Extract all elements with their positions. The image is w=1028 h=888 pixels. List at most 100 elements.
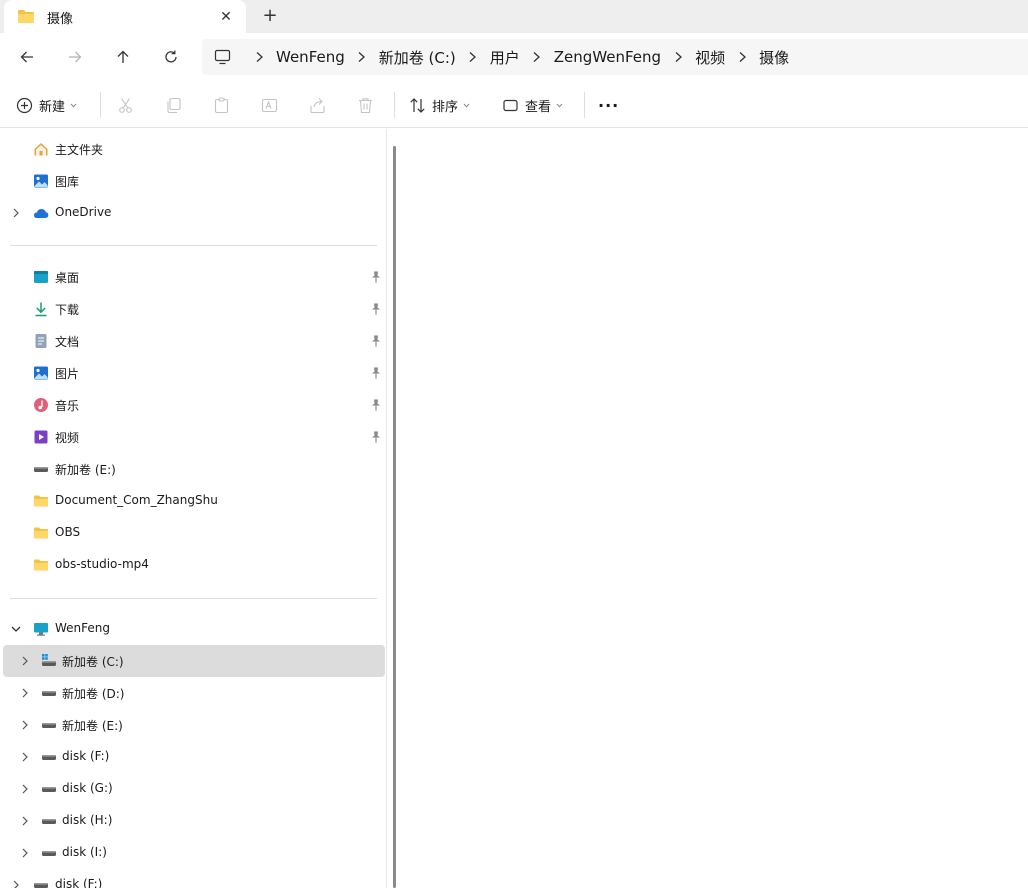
sidebar-item-drive[interactable]: disk (G:)	[0, 773, 386, 805]
back-button[interactable]	[14, 44, 40, 70]
sidebar-item-drive[interactable]: disk (I:)	[0, 837, 386, 869]
chevron-right-icon[interactable]	[18, 814, 32, 828]
chevron-right-icon[interactable]	[18, 686, 32, 700]
sidebar-item-gallery[interactable]: 图库	[0, 165, 386, 197]
sidebar-item-label: 视频	[55, 431, 80, 445]
chevron-down-icon	[70, 103, 77, 108]
chevron-right-icon[interactable]	[345, 51, 379, 63]
breadcrumb-item[interactable]: 摄像	[759, 47, 789, 68]
share-button[interactable]	[309, 93, 326, 117]
chevron-down-icon[interactable]	[9, 622, 23, 636]
sidebar-item-documents[interactable]: 文档	[0, 325, 386, 357]
divider	[10, 245, 377, 246]
sidebar-item-drive[interactable]: 新加卷 (E:)	[0, 709, 386, 741]
pin-icon[interactable]	[370, 366, 382, 380]
refresh-button[interactable]	[158, 44, 184, 70]
sidebar-item-label: disk (H:)	[62, 813, 113, 827]
sidebar-item-label: 新加卷 (D:)	[62, 687, 125, 701]
drive-icon	[41, 781, 57, 797]
pin-icon[interactable]	[370, 270, 382, 284]
sidebar-item-this-pc[interactable]: WenFeng	[0, 613, 386, 645]
close-tab-button[interactable]: ✕	[216, 7, 236, 27]
chevron-right-icon[interactable]	[661, 51, 695, 63]
sort-button[interactable]: 排序	[409, 93, 470, 117]
sidebar-item-label: disk (G:)	[62, 781, 113, 795]
file-list-area[interactable]	[403, 129, 1028, 888]
sidebar-item-label: OneDrive	[55, 205, 112, 219]
chevron-right-icon[interactable]	[18, 846, 32, 860]
sidebar-scrollbar[interactable]	[393, 146, 396, 888]
sidebar-item-videos[interactable]: 视频	[0, 421, 386, 453]
sidebar-item-home[interactable]: 主文件夹	[0, 133, 386, 165]
sidebar-item-label: 图片	[55, 367, 80, 381]
up-button[interactable]	[110, 44, 136, 70]
sidebar-item-label: 新加卷 (E:)	[62, 719, 123, 733]
sidebar-item-drive[interactable]: 新加卷 (D:)	[0, 677, 386, 709]
forward-button[interactable]	[62, 44, 88, 70]
chevron-right-icon[interactable]	[9, 878, 23, 888]
sidebar-item-drive-e[interactable]: 新加卷 (E:)	[0, 453, 386, 485]
chevron-right-icon[interactable]	[9, 206, 23, 220]
delete-button[interactable]	[357, 93, 374, 117]
view-button[interactable]: 查看	[502, 93, 563, 117]
computer-icon	[33, 621, 49, 637]
chevron-right-icon[interactable]	[18, 654, 32, 668]
arrow-right-icon	[69, 51, 82, 63]
copy-button[interactable]	[165, 93, 182, 117]
chevron-right-icon[interactable]	[725, 51, 759, 63]
sidebar-item-desktop[interactable]: 桌面	[0, 261, 386, 293]
sidebar-item-label: 主文件夹	[55, 143, 104, 157]
new-button-label: 新建	[39, 99, 66, 115]
sidebar-item-label: Document_Com_ZhangShu	[55, 493, 218, 507]
drive-icon	[41, 813, 57, 829]
breadcrumb-item[interactable]: 新加卷 (C:)	[379, 47, 456, 68]
drive-icon	[41, 717, 57, 733]
breadcrumb-item[interactable]: 视频	[695, 47, 725, 68]
breadcrumb-item[interactable]: ZengWenFeng	[554, 48, 661, 66]
sort-button-label: 排序	[432, 99, 459, 115]
sidebar-item-drive-c[interactable]: 新加卷 (C:)	[3, 645, 385, 677]
document-icon	[33, 333, 49, 349]
sidebar-item-drive[interactable]: disk (F:)	[0, 741, 386, 773]
cut-button[interactable]	[117, 93, 134, 117]
chevron-right-icon[interactable]	[18, 750, 32, 764]
chevron-right-icon[interactable]	[456, 51, 490, 63]
sidebar-item-pictures[interactable]: 图片	[0, 357, 386, 389]
home-icon	[33, 141, 49, 157]
more-options-button[interactable]: ···	[598, 93, 619, 117]
new-button[interactable]: 新建	[16, 93, 77, 117]
folder-icon	[33, 493, 49, 509]
drive-icon	[33, 877, 49, 888]
pin-icon[interactable]	[370, 334, 382, 348]
chevron-right-icon[interactable]	[18, 718, 32, 732]
desktop-icon	[33, 269, 49, 285]
sidebar-item-onedrive[interactable]: OneDrive	[0, 197, 386, 229]
sidebar-item-label: 新加卷 (C:)	[62, 655, 124, 669]
cloud-icon	[33, 205, 49, 221]
pin-icon[interactable]	[370, 302, 382, 316]
sidebar-item-folder[interactable]: Document_Com_ZhangShu	[0, 485, 386, 517]
paste-button[interactable]	[213, 93, 230, 117]
sidebar-item-drive[interactable]: disk (F:)	[0, 869, 386, 888]
chevron-right-icon[interactable]	[242, 51, 276, 63]
pin-icon[interactable]	[370, 430, 382, 444]
rename-button[interactable]	[261, 93, 278, 117]
download-icon	[33, 301, 49, 317]
chevron-right-icon[interactable]	[18, 782, 32, 796]
breadcrumb-item[interactable]: WenFeng	[276, 48, 345, 66]
computer-icon[interactable]	[214, 49, 231, 68]
breadcrumb-item[interactable]: 用户	[490, 47, 520, 68]
sidebar-item-folder[interactable]: obs-studio-mp4	[0, 549, 386, 581]
sidebar-item-downloads[interactable]: 下载	[0, 293, 386, 325]
sidebar-item-drive[interactable]: disk (H:)	[0, 805, 386, 837]
pane-splitter[interactable]	[386, 129, 387, 888]
sidebar-item-music[interactable]: 音乐	[0, 389, 386, 421]
new-tab-button[interactable]: +	[258, 6, 282, 28]
address-bar[interactable]: WenFeng 新加卷 (C:) 用户 ZengWenFeng 视频 摄像	[202, 39, 1028, 75]
pin-icon[interactable]	[370, 398, 382, 412]
sort-icon	[410, 97, 425, 113]
chevron-right-icon[interactable]	[520, 51, 554, 63]
sidebar-item-label: 图库	[55, 175, 80, 189]
sidebar-item-folder[interactable]: OBS	[0, 517, 386, 549]
tab-current[interactable]: 摄像 ✕	[4, 0, 246, 33]
